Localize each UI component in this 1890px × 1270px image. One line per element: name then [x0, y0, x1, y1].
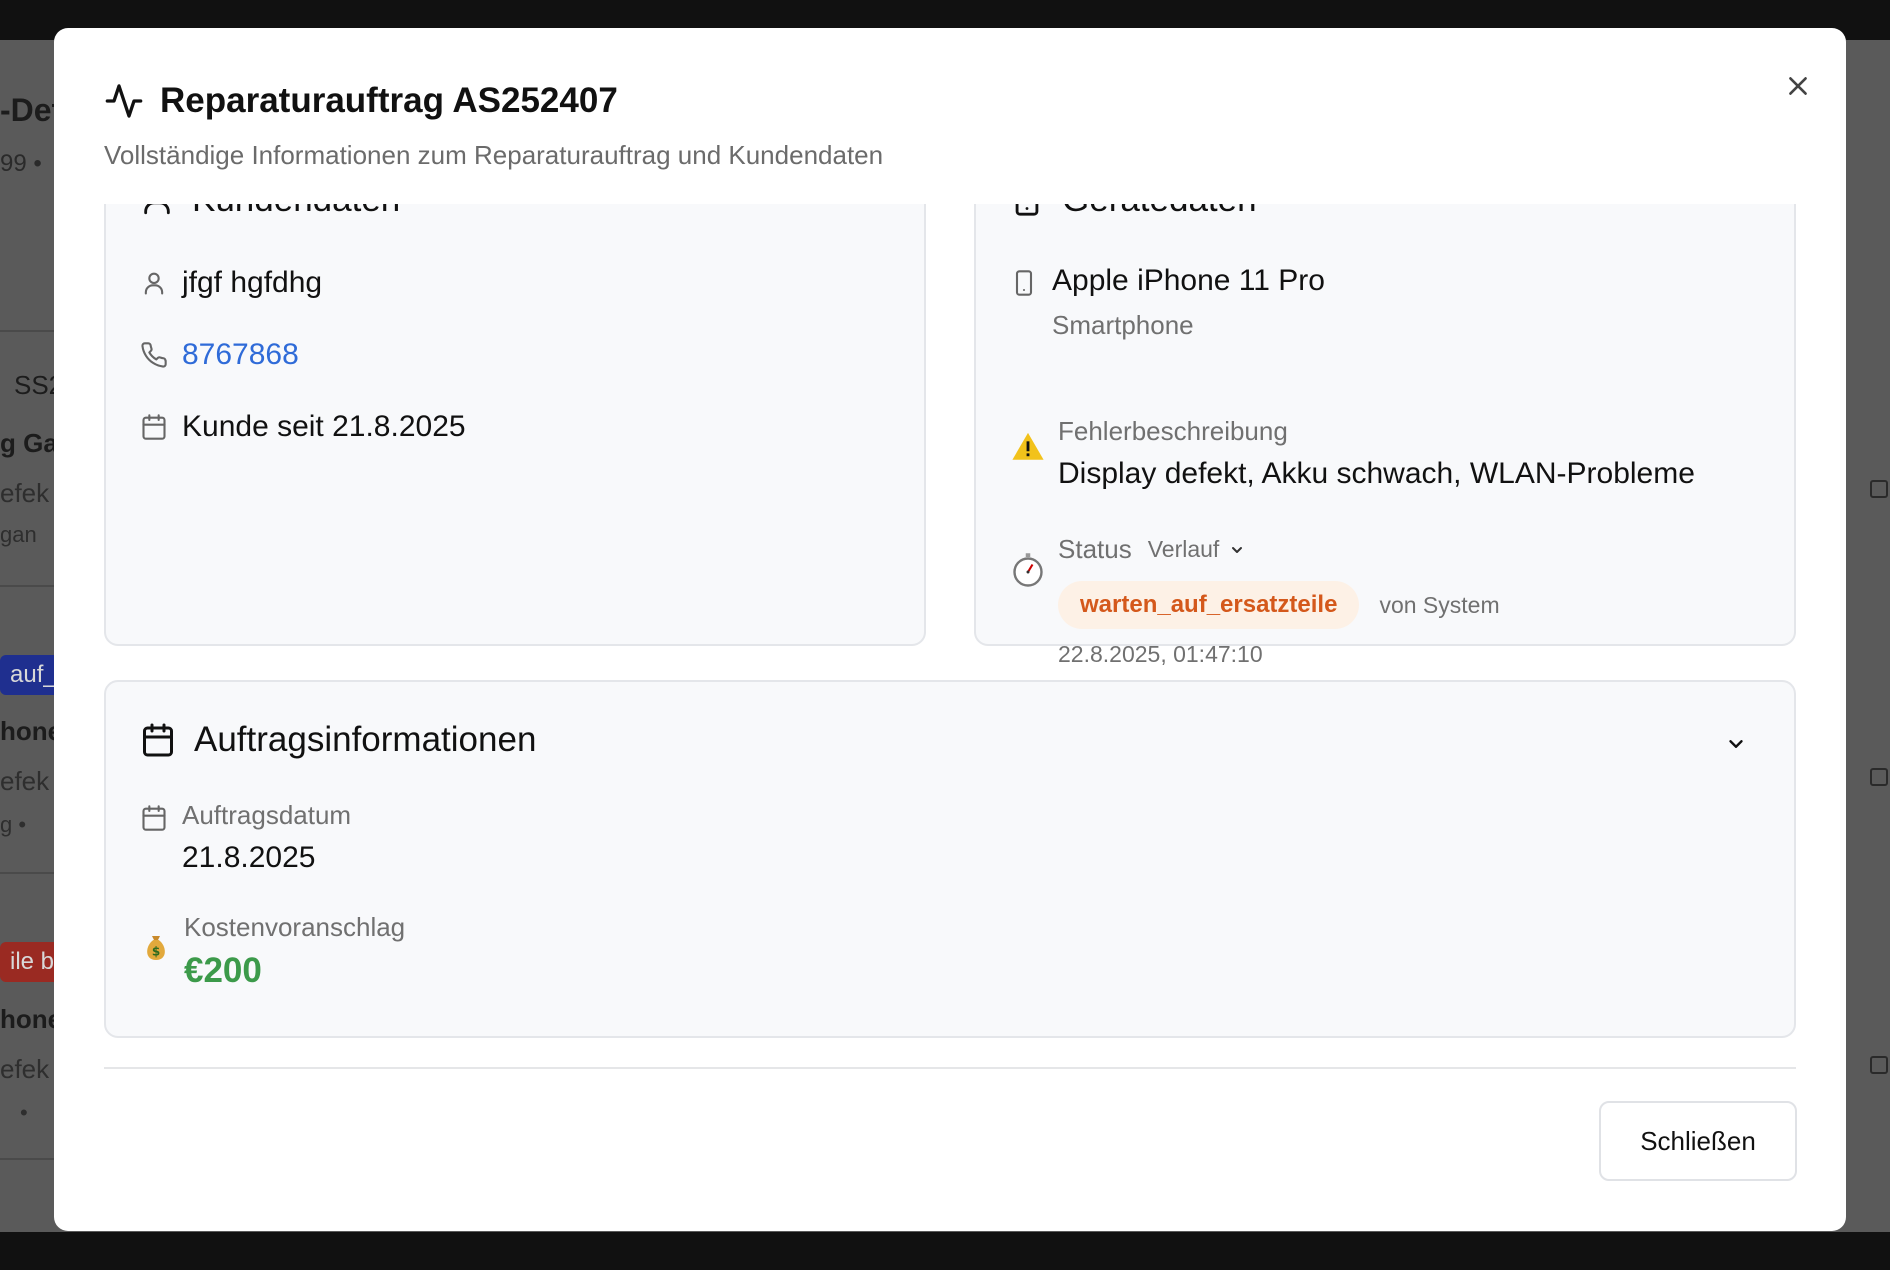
status-timestamp: 22.8.2025, 01:47:10 — [1058, 641, 1263, 667]
user-icon — [140, 204, 174, 217]
dialog-content[interactable]: Kundendaten jfgf hgfdhg 8767868 Kunde se… — [54, 204, 1846, 1084]
background-sub-fragment: 99 • — [0, 150, 42, 177]
background-item-desc: efek — [0, 766, 50, 796]
estimate-row: $ Kostenvoranschlag €200 — [140, 912, 405, 991]
customer-phone-link[interactable]: 8767868 — [182, 338, 299, 372]
device-name-row: Apple iPhone 11 Pro Smartphone — [1010, 264, 1325, 341]
background-item-name: hone — [0, 1004, 63, 1034]
device-name: Apple iPhone 11 Pro — [1052, 264, 1325, 297]
history-toggle[interactable]: Verlauf — [1148, 536, 1246, 563]
background-divider — [0, 330, 60, 332]
device-card: Gerätedaten Apple iPhone 11 Pro Smartpho… — [974, 204, 1796, 667]
chevron-down-icon — [1229, 542, 1245, 558]
background-divider — [0, 585, 60, 587]
smartphone-icon — [1010, 204, 1044, 217]
dialog-header: Reparaturauftrag AS252407 Vollständige I… — [104, 76, 1804, 171]
order-date-label: Auftragsdatum — [182, 800, 352, 830]
svg-text:$: $ — [152, 944, 160, 958]
background-item-meta: • — [20, 1100, 28, 1125]
activity-icon — [104, 81, 144, 121]
fault-label: Fehlerbeschreibung — [1058, 416, 1288, 446]
customer-card: Kundendaten jfgf hgfdhg 8767868 Kunde se… — [104, 204, 926, 646]
status-row: Status Verlauf warten_auf_ersatzteile vo… — [1010, 534, 1500, 668]
dialog-title: Reparaturauftrag AS252407 — [160, 81, 618, 120]
dialog-subtitle: Vollständige Informationen zum Reparatur… — [104, 140, 884, 170]
background-title-fragment: -Det — [0, 92, 63, 128]
background-divider — [0, 1158, 60, 1160]
footer-divider — [104, 1067, 1796, 1069]
estimate-label: Kostenvoranschlag — [184, 912, 406, 942]
chevron-down-icon[interactable] — [1718, 726, 1754, 762]
calendar-icon — [1870, 1056, 1888, 1074]
order-date-value: 21.8.2025 — [182, 841, 316, 874]
calendar-icon — [140, 722, 176, 758]
customer-name: jfgf hgfdhg — [182, 266, 323, 299]
customer-name-row: jfgf hgfdhg — [140, 266, 322, 300]
smartphone-icon — [1010, 268, 1038, 298]
phone-icon — [140, 341, 168, 369]
background-item-desc: efek — [0, 1054, 50, 1084]
calendar-icon — [1870, 480, 1888, 498]
background-divider — [0, 872, 60, 874]
fault-row: Fehlerbeschreibung Display defekt, Akku … — [1010, 416, 1695, 491]
stopwatch-icon — [1010, 550, 1046, 588]
order-card-title: Auftragsinformationen — [194, 720, 537, 759]
background-item-desc: efek — [0, 478, 50, 508]
device-type: Smartphone — [1052, 310, 1194, 340]
background-item-meta: g • — [0, 812, 27, 837]
background-bottombar — [0, 1232, 1890, 1270]
status-badge: warten_auf_ersatzteile — [1058, 581, 1360, 629]
customer-since: Kunde seit 21.8.2025 — [182, 410, 466, 443]
customer-since-row: Kunde seit 21.8.2025 — [140, 410, 466, 444]
repair-order-dialog: Reparaturauftrag AS252407 Vollständige I… — [54, 28, 1846, 1231]
user-icon — [140, 269, 168, 297]
calendar-icon — [1870, 768, 1888, 786]
status-label: Status — [1058, 534, 1132, 564]
calendar-icon — [140, 804, 168, 832]
estimate-value: €200 — [184, 951, 262, 990]
background-item-meta: gan — [0, 522, 37, 547]
status-by: von System — [1379, 591, 1500, 618]
close-button[interactable]: Schließen — [1599, 1101, 1797, 1181]
close-icon[interactable] — [1776, 64, 1820, 108]
fault-description: Display defekt, Akku schwach, WLAN-Probl… — [1058, 457, 1695, 490]
background-item-name: hone — [0, 716, 63, 746]
order-date-row: Auftragsdatum 21.8.2025 — [140, 800, 351, 875]
history-toggle-label: Verlauf — [1147, 536, 1220, 562]
customer-card-title: Kundendaten — [192, 204, 400, 220]
order-info-card: Auftragsinformationen Auftragsdatum 21.8… — [104, 680, 1796, 1038]
money-bag-icon: $ — [140, 930, 172, 966]
customer-phone-row: 8767868 — [140, 338, 299, 372]
warning-icon — [1010, 430, 1046, 464]
calendar-icon — [140, 413, 168, 441]
device-card-title: Gerätedaten — [1062, 204, 1257, 220]
